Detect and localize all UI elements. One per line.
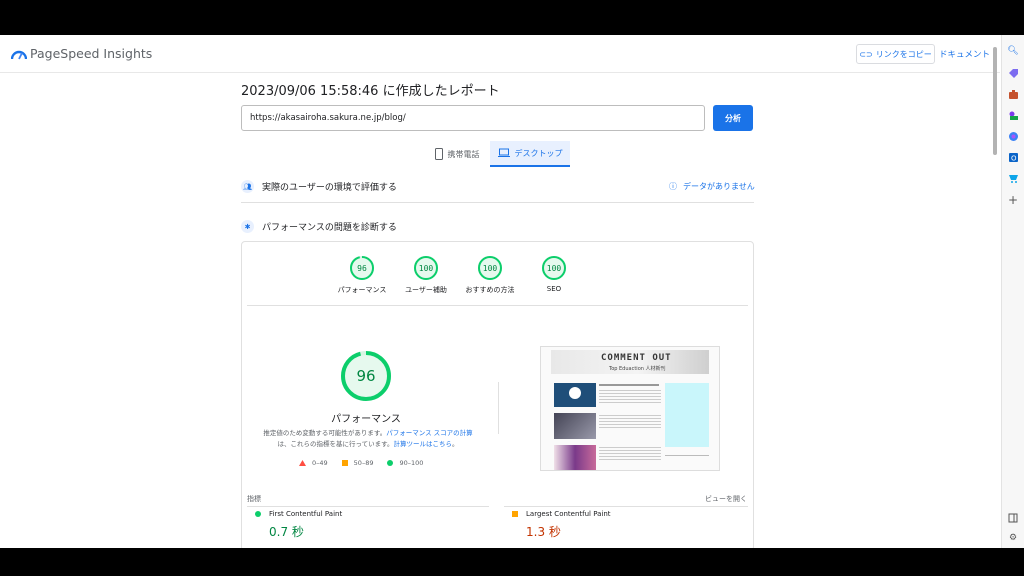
note-end: 。: [452, 440, 459, 448]
metrics-heading: 指標: [247, 495, 261, 503]
screenshot-line: [665, 455, 709, 456]
shopping-icon[interactable]: [1007, 172, 1019, 184]
performance-gauge[interactable]: 96: [339, 349, 393, 403]
average-square-icon: [512, 511, 518, 517]
users-icon: 👥︎: [241, 180, 254, 193]
briefcase-icon[interactable]: [1007, 88, 1019, 100]
browser-viewport: PageSpeed Insights ⊂⊃ リンクをコピー ドキュメント 🔍︎ …: [0, 35, 1024, 548]
copilot-icon[interactable]: [1007, 130, 1019, 142]
gauges-divider: [247, 305, 748, 306]
category-gauge-ring: 100: [414, 256, 438, 280]
screenshot-line: [599, 384, 659, 386]
metric-fcp-value: 0.7 秒: [269, 525, 304, 539]
lab-icon: ✱: [241, 220, 254, 233]
info-icon: ⓘ: [669, 182, 677, 191]
report-card: 96 パフォーマンス 100 ユーザー補助 100 おすすめの方法 100 SEO 96 パフ…: [241, 241, 754, 548]
score-calc-link[interactable]: パフォーマンス スコアの計算: [386, 429, 472, 437]
no-data-link[interactable]: ⓘ データがありません: [669, 181, 755, 192]
app-name[interactable]: PageSpeed Insights: [30, 46, 152, 61]
category-gauge-ring: 100: [478, 256, 502, 280]
link-icon: ⊂⊃: [859, 49, 873, 59]
category-score: 100: [547, 264, 562, 273]
report-title: 2023/09/06 15:58:46 に作成したレポート: [241, 84, 500, 99]
no-data-label: データがありません: [683, 182, 755, 191]
page-screenshot[interactable]: COMMENT OUT Top Eduaction 人材新刊: [540, 346, 720, 471]
category-gauge-ring: 100: [542, 256, 566, 280]
category-label: SEO: [546, 285, 562, 293]
phone-icon: [434, 148, 443, 160]
screenshot-desk-thumb: [554, 413, 596, 439]
docs-link[interactable]: ドキュメント: [939, 48, 990, 60]
category-gauge-3[interactable]: 100 SEO: [514, 255, 594, 293]
metric-lcp-name: Largest Contentful Paint: [526, 510, 611, 518]
category-score: 100: [483, 264, 498, 273]
metric-lcp-value: 1.3 秒: [526, 525, 561, 539]
screenshot-text-block: [599, 390, 661, 404]
performance-score: 96: [356, 367, 375, 385]
screenshot-banner: COMMENT OUT Top Eduaction 人材新刊: [551, 350, 709, 374]
circle-icon: [387, 460, 394, 466]
tab-mobile-label: 携帯電話: [447, 149, 480, 159]
screenshot-text-block: [599, 447, 661, 461]
metric-fcp-name-row: First Contentful Paint: [255, 510, 487, 518]
vertical-divider: [498, 382, 499, 434]
note-prefix: 推定値のため変動する可能性があります。: [263, 429, 387, 437]
score-note: 推定値のため変動する可能性があります。パフォーマンス スコアの計算 は、これらの…: [254, 428, 482, 450]
category-score: 100: [419, 264, 434, 273]
url-input[interactable]: https://akasairoha.sakura.ne.jp/blog/: [241, 105, 705, 131]
metric-fcp: First Contentful Paint 0.7 秒: [247, 510, 487, 540]
legend-good: 90–100: [387, 459, 423, 467]
calculator-link[interactable]: 計算ツールはこちら: [394, 440, 453, 448]
square-icon: [341, 460, 348, 466]
good-circle-icon: [255, 511, 261, 517]
chess-icon[interactable]: [1007, 109, 1019, 121]
screenshot-site-title: COMMENT OUT: [601, 353, 672, 363]
metric-lcp-name-row: Largest Contentful Paint: [512, 510, 744, 518]
legend-poor-label: 0–49: [312, 459, 328, 467]
analyze-button[interactable]: 分析: [713, 105, 753, 131]
screenshot-sidebar-widget: [665, 383, 709, 447]
category-score: 96: [357, 264, 367, 273]
screenshot-people-thumb: [554, 445, 596, 470]
screenshot-text-block: [599, 415, 661, 429]
laptop-icon: [497, 148, 510, 157]
section-divider: [241, 202, 754, 203]
settings-icon[interactable]: ⚙: [1007, 532, 1019, 544]
browser-sidebar: 🔍︎ O + ⚙: [1001, 35, 1024, 548]
scrollbar-thumb[interactable]: [993, 47, 997, 155]
pagespeed-logo-icon: [11, 50, 27, 60]
expand-view-button[interactable]: ビューを開く: [705, 494, 747, 504]
score-legend: 0–49 50–89 90–100: [299, 459, 423, 467]
metric-lcp: Largest Contentful Paint 1.3 秒: [504, 510, 744, 540]
tab-desktop-label: デスクトップ: [514, 148, 563, 158]
svg-text:O: O: [1011, 154, 1017, 162]
field-data-heading: 👥︎ 実際のユーザーの環境で評価する: [241, 180, 397, 193]
performance-label: パフォーマンス: [331, 414, 401, 425]
legend-average: 50–89: [341, 459, 374, 467]
diagnose-title: パフォーマンスの問題を診断する: [262, 223, 397, 233]
metric-fcp-name: First Contentful Paint: [269, 510, 343, 518]
tag-icon[interactable]: [1007, 67, 1019, 79]
screenshot-site-subtitle: Top Eduaction 人材新刊: [609, 366, 666, 372]
copy-link-label: リンクをコピー: [875, 49, 932, 59]
tab-mobile[interactable]: 携帯電話: [426, 141, 488, 167]
diagnose-heading: ✱ パフォーマンスの問題を診断する: [241, 220, 397, 233]
search-icon[interactable]: 🔍︎: [1007, 45, 1019, 57]
triangle-icon: [299, 460, 306, 466]
legend-average-label: 50–89: [353, 459, 374, 467]
panel-icon[interactable]: [1007, 512, 1019, 524]
field-data-title: 実際のユーザーの環境で評価する: [262, 183, 397, 193]
note-mid: は、これらの指標を基に行っています。: [277, 440, 394, 448]
legend-good-label: 90–100: [399, 459, 424, 467]
outlook-icon[interactable]: O: [1007, 151, 1019, 163]
add-icon[interactable]: +: [1007, 193, 1019, 207]
screenshot-wordpress-thumb: [554, 383, 596, 407]
category-gauge-ring: 96: [350, 256, 374, 280]
app-header: PageSpeed Insights ⊂⊃ リンクをコピー ドキュメント: [0, 35, 1000, 73]
copy-link-button[interactable]: ⊂⊃ リンクをコピー: [856, 44, 935, 64]
metrics-divider: [247, 506, 489, 507]
tab-desktop[interactable]: デスクトップ: [490, 141, 570, 167]
legend-poor: 0–49: [299, 459, 328, 467]
metrics-divider: [504, 506, 748, 507]
